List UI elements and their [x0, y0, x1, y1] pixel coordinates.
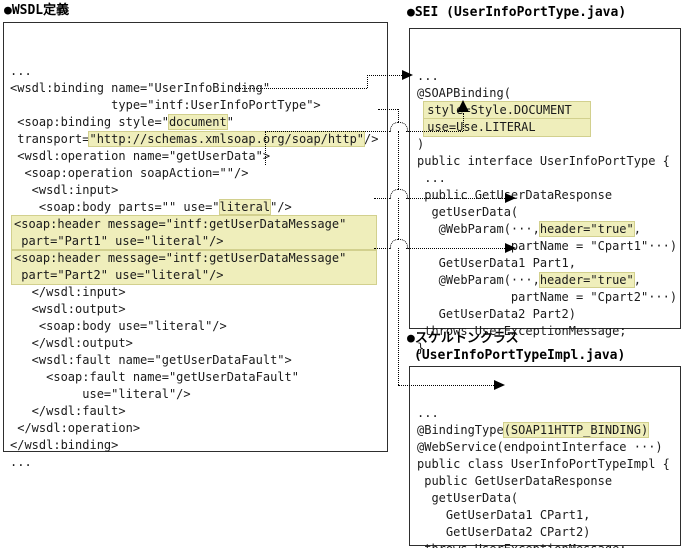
code-line: <wsdl:fault name="getUserDataFault">	[10, 352, 387, 369]
highlight: document	[169, 115, 227, 129]
dashed-line	[406, 248, 505, 249]
arrowhead-right-icon	[402, 70, 413, 80]
code-line: ...	[10, 454, 387, 471]
arrowhead-right-icon	[505, 193, 516, 203]
dashed-line	[398, 198, 399, 239]
code-line: @WebParam(···,header="true",	[417, 221, 680, 238]
code-line: public GetUserDataResponse	[417, 187, 680, 204]
code-line: public GetUserDataResponse	[417, 473, 680, 490]
dashed-line	[398, 248, 399, 385]
dashed-line	[265, 131, 266, 165]
code-line: </wsdl:operation>	[10, 420, 387, 437]
code-line: <wsdl:operation name="getUserData">	[10, 148, 387, 165]
code-line: transport="http://schemas.xmlsoap.org/so…	[10, 131, 387, 148]
code-line: <soap:header message="intf:getUserDataMe…	[14, 216, 376, 233]
code-line: @WebService(endpointInterface ···)	[417, 439, 680, 456]
code-line: ...	[417, 170, 680, 187]
code-line: getUserData(	[417, 204, 680, 221]
dashed-line	[367, 75, 368, 88]
highlight: header="true"	[540, 273, 634, 287]
highlight: header="true"	[540, 222, 634, 236]
sei-code: ...@SOAPBinding( style=Style.DOCUMENT us…	[410, 63, 680, 357]
sei-section-title: ●SEI (UserInfoPortType.java)	[407, 5, 626, 20]
wsdl-code-box: ...<wsdl:binding name="UserInfoBinding" …	[3, 22, 388, 452]
wsdl-section-title: ●WSDL定義	[4, 3, 69, 18]
dashed-line	[236, 88, 367, 89]
dashed-line	[378, 109, 398, 110]
code-line: use="literal"/>	[10, 386, 387, 403]
code-line: <soap:header message="intf:getUserDataMe…	[14, 250, 376, 267]
dashed-line	[406, 131, 463, 132]
code-line: partName = "Cpart2"···)	[417, 289, 680, 306]
dashed-line	[265, 131, 390, 132]
code-line: </wsdl:binding>	[10, 437, 387, 454]
code-line: <soap:body parts="" use="literal"/>	[10, 199, 387, 216]
skeleton-code: ...@BindingType(SOAP11HTTP_BINDING)@WebS…	[410, 401, 680, 548]
code-line: ...	[10, 63, 387, 80]
code-line: GetUserData2 Part2)	[417, 306, 680, 323]
code-line: </wsdl:fault>	[10, 403, 387, 420]
code-line: partName = "Cpart1"···)	[417, 238, 680, 255]
wsdl-code: ...<wsdl:binding name="UserInfoBinding" …	[4, 57, 387, 471]
dashed-line	[367, 75, 402, 76]
code-line: <wsdl:output>	[10, 301, 387, 318]
dashed-line	[374, 248, 390, 249]
arrowhead-right-icon	[494, 380, 505, 390]
arrowhead-right-icon	[505, 243, 516, 253]
code-line: throws UserExceptionMessage;	[417, 323, 680, 340]
code-line: public class UserInfoPortTypeImpl {	[417, 456, 680, 473]
code-line: use=Use.LITERAL	[417, 119, 680, 136]
code-line: @WebParam(···,header="true",	[417, 272, 680, 289]
wsdl-mapping-diagram: ●WSDL定義 ●SEI (UserInfoPortType.java) ●スケ…	[0, 0, 685, 548]
code-line: GetUserData1 CPart1,	[417, 507, 680, 524]
skeleton-code-box: ...@BindingType(SOAP11HTTP_BINDING)@WebS…	[409, 366, 681, 546]
code-line: </wsdl:output>	[10, 335, 387, 352]
dashed-line	[398, 385, 494, 386]
code-line: part="Part2" use="literal"/>	[14, 267, 376, 284]
code-line: <soap:body use="literal"/>	[10, 318, 387, 335]
code-line: )	[417, 136, 680, 153]
sei-code-box: ...@SOAPBinding( style=Style.DOCUMENT us…	[409, 28, 681, 329]
code-line: <soap:fault name="getUserDataFault"	[10, 369, 387, 386]
code-line: <wsdl:input>	[10, 182, 387, 199]
arrowhead-up-icon	[457, 100, 469, 112]
code-line: public interface UserInfoPortType {	[417, 153, 680, 170]
code-line: <soap:binding style="document"	[10, 114, 387, 131]
code-line: </wsdl:input>	[10, 284, 387, 301]
code-line: ...	[417, 68, 680, 85]
code-line: GetUserData2 CPart2)	[417, 524, 680, 541]
code-line: getUserData(	[417, 490, 680, 507]
code-line: throws UserExceptionMessage;	[417, 541, 680, 548]
code-line: part="Part1" use="literal"/>	[14, 233, 376, 250]
code-line: type="intf:UserInfoPortType">	[10, 97, 387, 114]
code-line: ...	[417, 405, 680, 422]
dashed-line	[374, 198, 390, 199]
highlight: "http://schemas.xmlsoap.org/soap/http"	[89, 132, 364, 146]
code-line: <soap:operation soapAction=""/>	[10, 165, 387, 182]
dashed-line	[398, 131, 399, 189]
code-line: GetUserData1 Part1,	[417, 255, 680, 272]
dashed-line	[463, 113, 464, 131]
highlight: (SOAP11HTTP_BINDING)	[504, 423, 649, 437]
dashed-line	[398, 109, 399, 122]
highlight: style=Style.DOCUMENT	[424, 102, 590, 119]
dashed-line	[406, 198, 505, 199]
highlight-block: <soap:header message="intf:getUserDataMe…	[12, 250, 376, 284]
highlight: use=Use.LITERAL	[424, 119, 590, 136]
code-line: @BindingType(SOAP11HTTP_BINDING)	[417, 422, 680, 439]
highlight-block: <soap:header message="intf:getUserDataMe…	[12, 216, 376, 250]
code-line: }	[417, 340, 680, 357]
highlight: literal	[220, 200, 271, 214]
